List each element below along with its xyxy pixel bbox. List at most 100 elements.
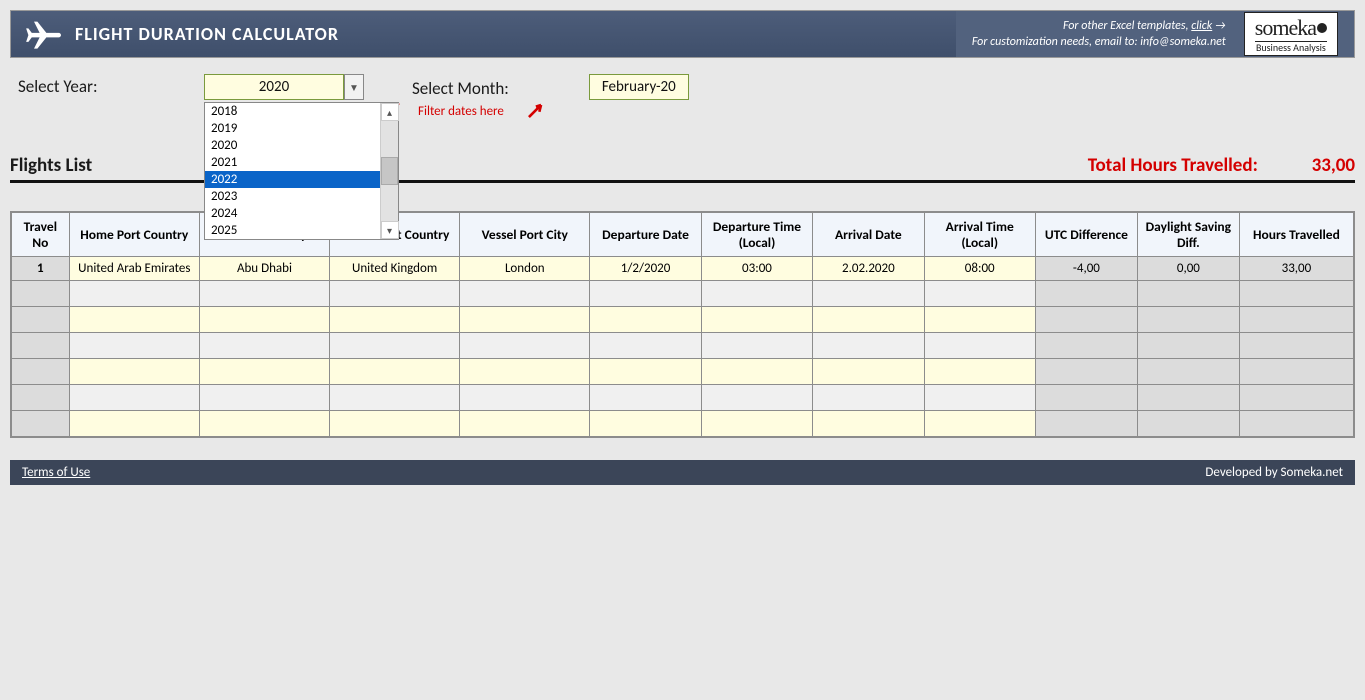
dropdown-list[interactable]: 20182019202020212022202320242025: [205, 103, 380, 239]
cell[interactable]: [330, 359, 460, 385]
scroll-track[interactable]: [381, 121, 398, 221]
cell[interactable]: [924, 411, 1035, 437]
scroll-up-icon[interactable]: ▴: [381, 103, 399, 121]
cell[interactable]: [813, 307, 924, 333]
cell[interactable]: [590, 411, 701, 437]
cell[interactable]: [1137, 359, 1239, 385]
year-value[interactable]: 2020: [204, 74, 344, 100]
cell[interactable]: [701, 333, 812, 359]
table-row[interactable]: [12, 359, 1354, 385]
cell[interactable]: [1239, 307, 1353, 333]
cell[interactable]: [1035, 359, 1137, 385]
year-dropdown[interactable]: 20182019202020212022202320242025 ▴ ▾: [204, 102, 399, 240]
cell[interactable]: United Kingdom: [330, 257, 460, 281]
cell[interactable]: [199, 385, 329, 411]
cell[interactable]: [1239, 333, 1353, 359]
scroll-thumb[interactable]: [381, 157, 398, 185]
dropdown-option[interactable]: 2023: [205, 188, 380, 205]
cell[interactable]: [330, 333, 460, 359]
cell[interactable]: [460, 411, 590, 437]
cell[interactable]: -4,00: [1035, 257, 1137, 281]
cell[interactable]: [1239, 385, 1353, 411]
dropdown-option[interactable]: 2018: [205, 103, 380, 120]
cell[interactable]: [330, 281, 460, 307]
cell[interactable]: [199, 411, 329, 437]
dropdown-option[interactable]: 2022: [205, 171, 380, 188]
cell[interactable]: [199, 281, 329, 307]
cell[interactable]: 33,00: [1239, 257, 1353, 281]
cell[interactable]: [199, 307, 329, 333]
cell[interactable]: [69, 385, 199, 411]
cell[interactable]: [813, 333, 924, 359]
cell[interactable]: [1035, 411, 1137, 437]
dropdown-option[interactable]: 2019: [205, 120, 380, 137]
dropdown-option[interactable]: 2025: [205, 222, 380, 239]
cell[interactable]: [1239, 359, 1353, 385]
dropdown-option[interactable]: 2021: [205, 154, 380, 171]
table-row[interactable]: [12, 385, 1354, 411]
table-row[interactable]: [12, 307, 1354, 333]
cell[interactable]: [69, 333, 199, 359]
cell[interactable]: [1137, 307, 1239, 333]
cell[interactable]: [12, 307, 70, 333]
cell[interactable]: [12, 281, 70, 307]
terms-link[interactable]: Terms of Use: [22, 465, 90, 480]
cell[interactable]: London: [460, 257, 590, 281]
cell[interactable]: [12, 411, 70, 437]
dropdown-option[interactable]: 2020: [205, 137, 380, 154]
cell[interactable]: [69, 281, 199, 307]
cell[interactable]: [813, 281, 924, 307]
cell[interactable]: [199, 333, 329, 359]
cell[interactable]: [590, 385, 701, 411]
cell[interactable]: [701, 307, 812, 333]
cell[interactable]: [813, 411, 924, 437]
cell[interactable]: [460, 359, 590, 385]
cell[interactable]: [590, 281, 701, 307]
cell[interactable]: [590, 359, 701, 385]
cell[interactable]: [590, 333, 701, 359]
cell[interactable]: [1035, 385, 1137, 411]
cell[interactable]: [12, 359, 70, 385]
cell[interactable]: 0,00: [1137, 257, 1239, 281]
dropdown-button[interactable]: ▼: [344, 74, 364, 100]
templates-link[interactable]: click: [1191, 19, 1212, 33]
cell[interactable]: 1: [12, 257, 70, 281]
cell[interactable]: [12, 385, 70, 411]
cell[interactable]: [1239, 411, 1353, 437]
cell[interactable]: 2.02.2020: [813, 257, 924, 281]
cell[interactable]: [701, 359, 812, 385]
cell[interactable]: [701, 411, 812, 437]
cell[interactable]: United Arab Emirates: [69, 257, 199, 281]
year-select[interactable]: 2020 ▼ 20182019202020212022202320242025 …: [204, 74, 344, 100]
dropdown-scrollbar[interactable]: ▴ ▾: [380, 103, 398, 239]
cell[interactable]: 1/2/2020: [590, 257, 701, 281]
cell[interactable]: [813, 385, 924, 411]
cell[interactable]: [1035, 281, 1137, 307]
cell[interactable]: [1137, 411, 1239, 437]
scroll-down-icon[interactable]: ▾: [381, 221, 399, 239]
table-row[interactable]: [12, 281, 1354, 307]
cell[interactable]: [330, 385, 460, 411]
cell[interactable]: [924, 385, 1035, 411]
cell[interactable]: [1137, 333, 1239, 359]
cell[interactable]: [460, 281, 590, 307]
cell[interactable]: [69, 307, 199, 333]
cell[interactable]: [460, 385, 590, 411]
cell[interactable]: [330, 307, 460, 333]
dropdown-option[interactable]: 2024: [205, 205, 380, 222]
cell[interactable]: [1035, 307, 1137, 333]
cell[interactable]: [701, 385, 812, 411]
cell[interactable]: [69, 359, 199, 385]
table-row[interactable]: [12, 333, 1354, 359]
cell[interactable]: [924, 359, 1035, 385]
cell[interactable]: [590, 307, 701, 333]
cell[interactable]: [924, 307, 1035, 333]
cell[interactable]: [701, 281, 812, 307]
cell[interactable]: [1035, 333, 1137, 359]
table-row[interactable]: [12, 411, 1354, 437]
cell[interactable]: [924, 281, 1035, 307]
cell[interactable]: Abu Dhabi: [199, 257, 329, 281]
cell[interactable]: 08:00: [924, 257, 1035, 281]
cell[interactable]: [1137, 385, 1239, 411]
cell[interactable]: [1239, 281, 1353, 307]
